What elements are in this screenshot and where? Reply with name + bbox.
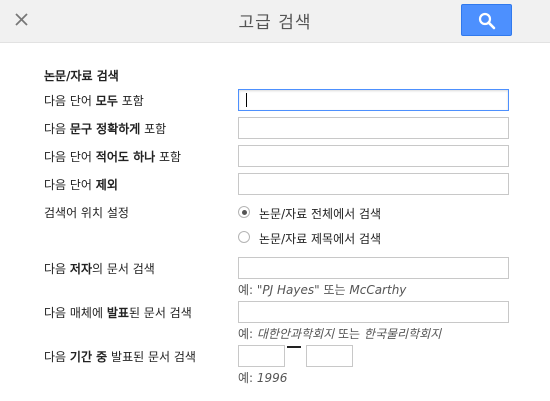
radio-button-unchecked[interactable] bbox=[238, 231, 250, 243]
publication-label: 다음 매체에 발표된 문서 검색 bbox=[44, 306, 192, 320]
without-words-input[interactable] bbox=[238, 173, 509, 195]
radio-button-checked[interactable] bbox=[238, 206, 250, 218]
radio-anywhere-label: 논문/자료 전체에서 검색 bbox=[259, 207, 382, 221]
search-button[interactable] bbox=[461, 4, 512, 36]
year-from-input[interactable] bbox=[238, 345, 285, 367]
exact-phrase-label: 다음 문구 정확하게 포함 bbox=[44, 122, 167, 136]
all-words-label: 다음 단어 모두 포함 bbox=[44, 94, 144, 108]
section-title: 논문/자료 검색 bbox=[44, 69, 119, 83]
exact-phrase-input[interactable] bbox=[238, 117, 509, 139]
year-to-input[interactable] bbox=[306, 345, 353, 367]
without-words-label: 다음 단어 제외 bbox=[44, 178, 118, 192]
date-range-label: 다음 기간 중 발표된 문서 검색 bbox=[44, 350, 196, 364]
publication-input[interactable] bbox=[238, 301, 509, 323]
all-words-input[interactable] bbox=[238, 89, 509, 111]
radio-title-label: 논문/자료 제목에서 검색 bbox=[259, 232, 382, 246]
author-hint: 예: "PJ Hayes" 또는 McCarthy bbox=[238, 283, 407, 297]
range-dash bbox=[287, 346, 301, 348]
date-range-hint: 예: 1996 bbox=[238, 371, 288, 385]
dialog-header: 고급 검색 bbox=[0, 0, 550, 43]
text-caret bbox=[246, 93, 247, 107]
search-icon bbox=[478, 12, 496, 30]
author-input[interactable] bbox=[238, 257, 509, 279]
at-least-one-label: 다음 단어 적어도 하나 포함 bbox=[44, 150, 182, 164]
occurrence-label: 검색어 위치 설정 bbox=[44, 206, 129, 220]
at-least-one-input[interactable] bbox=[238, 145, 509, 167]
publication-hint: 예: 대한안과학회지 또는 한국물리학회지 bbox=[238, 327, 442, 341]
author-label: 다음 저자의 문서 검색 bbox=[44, 262, 155, 276]
